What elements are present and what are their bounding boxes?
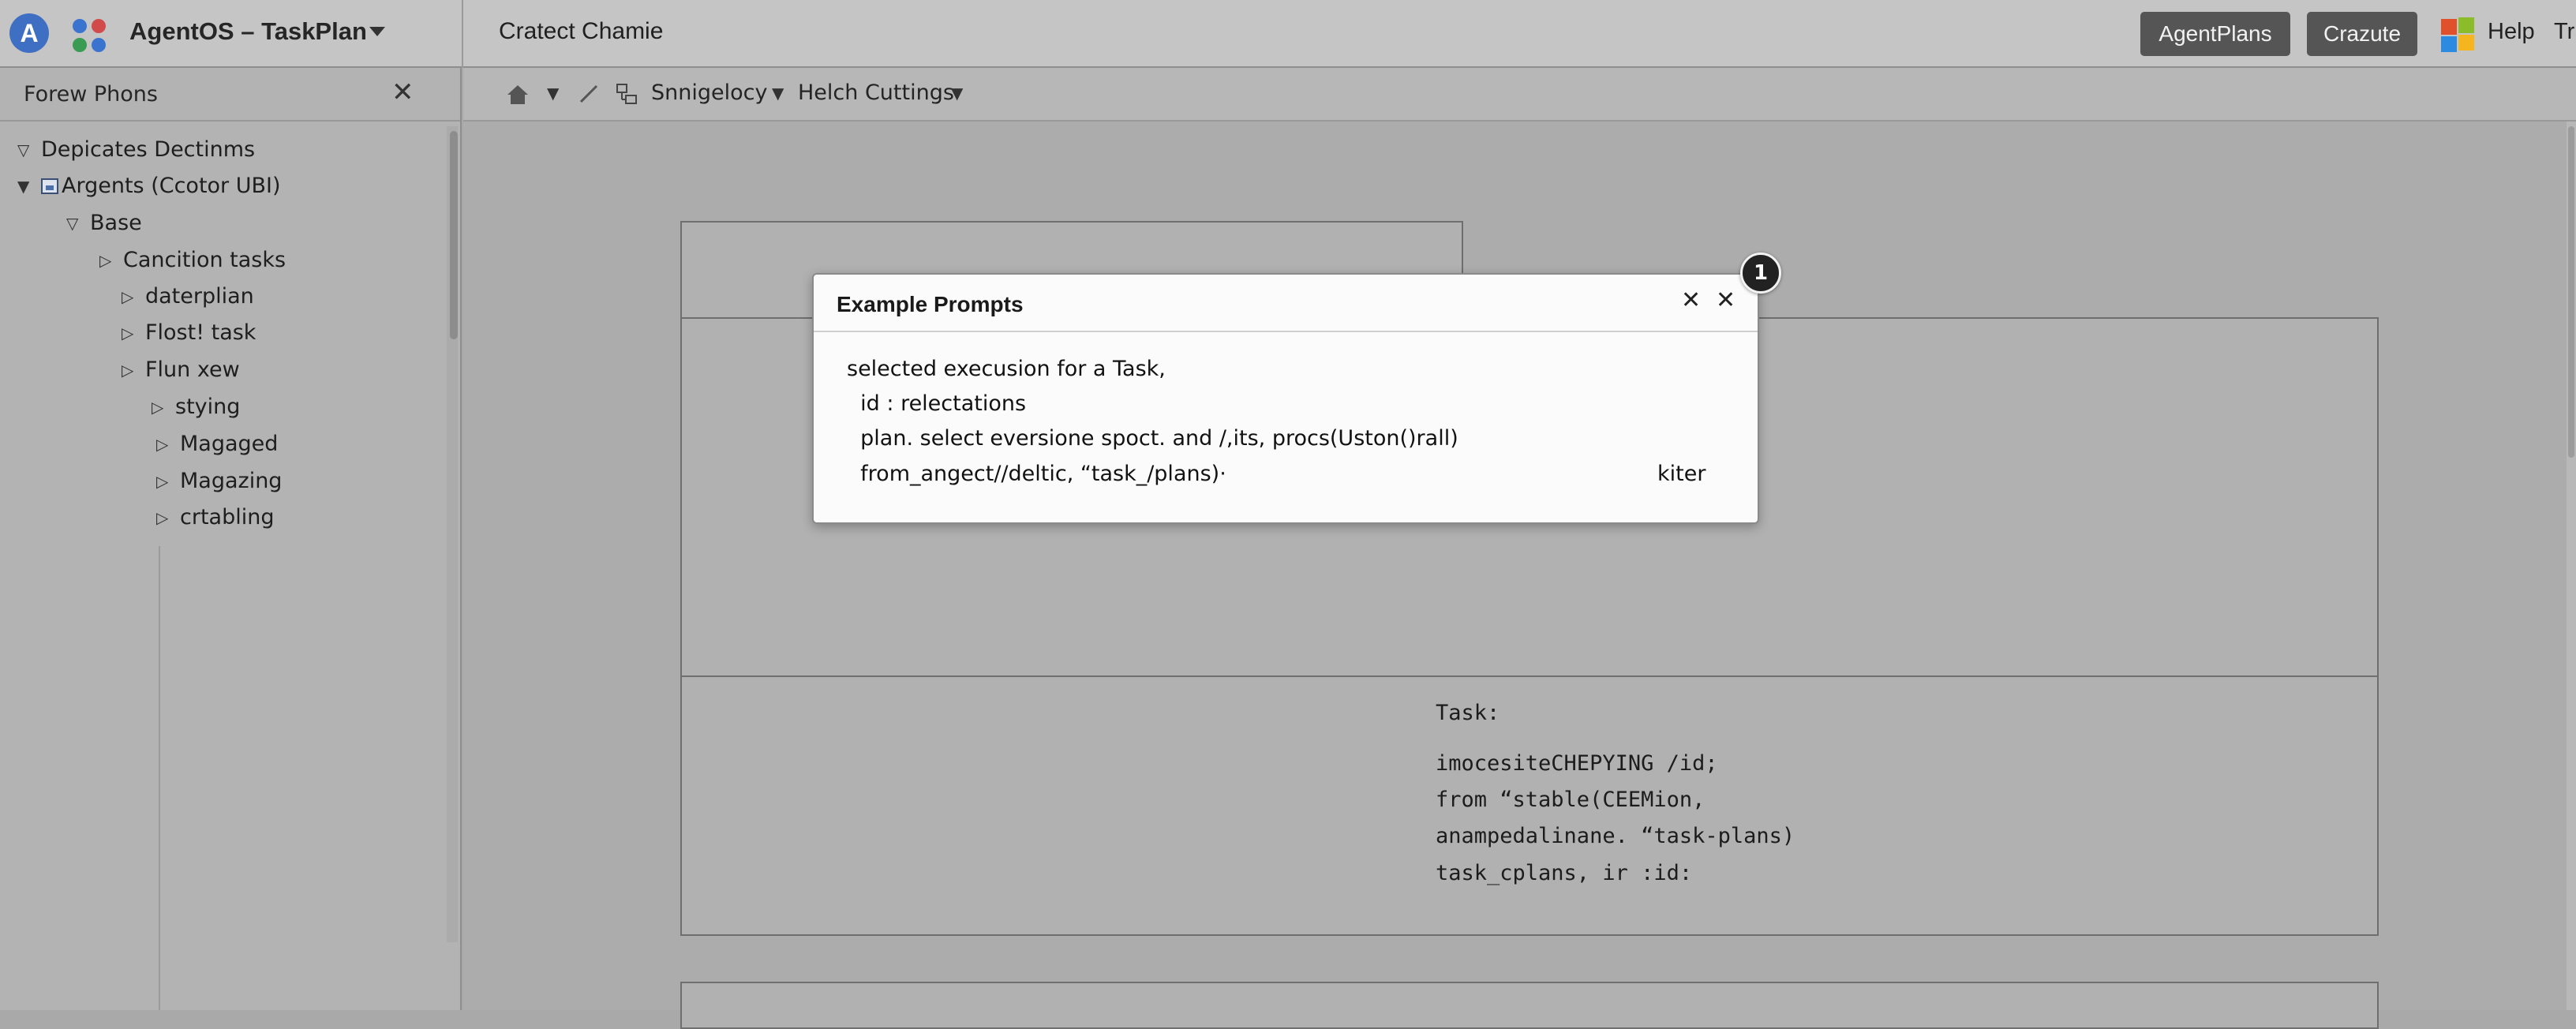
top-bar: A AgentOS – TaskPlan Cratect Chamie Agen… bbox=[0, 0, 2576, 68]
chevron-down-icon[interactable] bbox=[369, 25, 386, 38]
tree-item[interactable]: ▼ Argents (Ccotor UBI) bbox=[17, 174, 281, 198]
close-icon[interactable]: ✕ bbox=[1716, 289, 1735, 312]
tree-item-label: Argents (Ccotor UBI) bbox=[62, 174, 281, 198]
tree-item-label: Magazing bbox=[180, 469, 283, 493]
expand-icon[interactable]: ▷ bbox=[156, 472, 180, 491]
dialog-header: Example Prompts ✕ ✕ bbox=[814, 275, 1758, 332]
document-title: Cratect Chamie bbox=[499, 18, 664, 44]
collapse-icon[interactable]: ▼ bbox=[17, 177, 41, 196]
chevron-down-icon[interactable]: ▼ bbox=[772, 84, 784, 103]
crazute-button[interactable]: Crazute bbox=[2307, 12, 2417, 56]
panel-title: Forew Phons bbox=[24, 82, 158, 107]
tree-item[interactable]: ▷ Magaged bbox=[156, 432, 278, 456]
task-line: imocesiteCHEPYING /id; bbox=[1436, 751, 1718, 776]
prompt-line[interactable]: selected execusion for a Task, bbox=[847, 357, 1166, 381]
help-link[interactable]: Help bbox=[2488, 19, 2535, 45]
breadcrumb: ▼ Snnigelocy ▼ Helch Cuttings ▼ bbox=[463, 68, 2576, 122]
tree-item[interactable]: ▷ Cancition tasks bbox=[99, 248, 286, 272]
chevron-down-icon[interactable]: ▼ bbox=[951, 84, 963, 103]
tree-item[interactable]: ▷ daterplian bbox=[122, 284, 254, 309]
tree-item-label: stying bbox=[175, 395, 241, 419]
tree-item-label: crtabling bbox=[180, 505, 275, 529]
tree-item-label: Flost! task bbox=[145, 320, 256, 345]
panel-header: Forew Phons ✕ bbox=[0, 68, 460, 122]
dialog-title: Example Prompts bbox=[837, 292, 1024, 316]
tree-item[interactable]: ▷ Magazing bbox=[156, 469, 282, 493]
breadcrumb-item[interactable]: Snnigelocy bbox=[651, 80, 767, 105]
example-prompts-dialog: Example Prompts ✕ ✕ selected execusion f… bbox=[812, 273, 1759, 524]
close-icon[interactable]: ✕ bbox=[391, 79, 414, 106]
pencil-icon[interactable] bbox=[578, 84, 599, 104]
tree-item[interactable]: ▷ Flost! task bbox=[122, 320, 256, 345]
task-line: anampedalinane. “task-plans) bbox=[1436, 824, 1795, 848]
tree-item-label: Magaged bbox=[180, 432, 279, 456]
expand-icon[interactable]: ▷ bbox=[122, 361, 145, 380]
tree-item[interactable]: ▽ Depicates Dectinms bbox=[17, 137, 255, 162]
left-panel: Forew Phons ✕ ▽ Depicates Dectinms ▼ Arg… bbox=[0, 68, 462, 1010]
breadcrumb-item[interactable]: Helch Cuttings bbox=[798, 80, 954, 105]
divider bbox=[462, 0, 463, 68]
scrollbar-thumb[interactable] bbox=[450, 131, 458, 339]
expand-icon[interactable]: ▷ bbox=[152, 398, 175, 417]
step-badge: 1 bbox=[1740, 253, 1781, 294]
task-line: from “stable(CEEMion, bbox=[1436, 788, 1705, 812]
tree-item-label: Base bbox=[90, 211, 142, 235]
truncated-menu-item[interactable]: Tr bbox=[2554, 19, 2574, 45]
tree-item-label: daterplian bbox=[145, 284, 254, 309]
tree-item-label: Flun xew bbox=[145, 357, 240, 382]
prompt-line[interactable]: from_angect//deltic, “task_/plans)· bbox=[847, 462, 1226, 486]
tree-item-label: Cancition tasks bbox=[123, 248, 286, 272]
canvas-frame[interactable] bbox=[680, 982, 2379, 1029]
chevron-down-icon[interactable]: ▼ bbox=[547, 84, 559, 103]
prompt-line[interactable]: plan. select eversione spoct. and /,its,… bbox=[847, 426, 1458, 451]
tree-guide-line bbox=[159, 546, 160, 1010]
expand-icon[interactable]: ▷ bbox=[122, 287, 145, 306]
app-title[interactable]: AgentOS – TaskPlan bbox=[129, 17, 367, 46]
tree-item[interactable]: ▷ stying bbox=[152, 395, 240, 419]
tree-item[interactable]: ▷ crtabling bbox=[156, 505, 274, 529]
agentplans-button[interactable]: AgentPlans bbox=[2140, 12, 2290, 56]
expand-icon[interactable]: ▷ bbox=[156, 435, 180, 454]
expand-icon[interactable]: ▷ bbox=[122, 324, 145, 342]
home-icon[interactable] bbox=[506, 84, 530, 106]
tree-item[interactable]: ▷ Flun xew bbox=[122, 357, 240, 382]
expand-icon[interactable]: ▷ bbox=[99, 251, 123, 270]
schema-icon[interactable] bbox=[615, 82, 638, 106]
task-heading: Task: bbox=[1436, 701, 1500, 725]
app-logo-icon[interactable]: A bbox=[9, 13, 49, 53]
tree-item-label: Depicates Dectinms bbox=[41, 137, 256, 162]
scrollbar-thumb[interactable] bbox=[2568, 126, 2574, 458]
task-line: task_cplans, ir :id: bbox=[1436, 861, 1693, 885]
close-icon[interactable]: ✕ bbox=[1681, 289, 1701, 312]
prompt-line[interactable]: id : relectations bbox=[847, 391, 1026, 416]
collapse-icon[interactable]: ▽ bbox=[17, 140, 41, 159]
tree-item[interactable]: ▽ Base bbox=[66, 211, 142, 235]
database-icon bbox=[41, 178, 58, 194]
expand-icon[interactable]: ▷ bbox=[156, 508, 180, 527]
kiter-action[interactable]: kiter bbox=[1657, 462, 1705, 486]
windows-logo-icon[interactable] bbox=[2441, 17, 2476, 52]
apps-icon[interactable] bbox=[71, 17, 107, 54]
collapse-icon[interactable]: ▽ bbox=[66, 214, 90, 233]
